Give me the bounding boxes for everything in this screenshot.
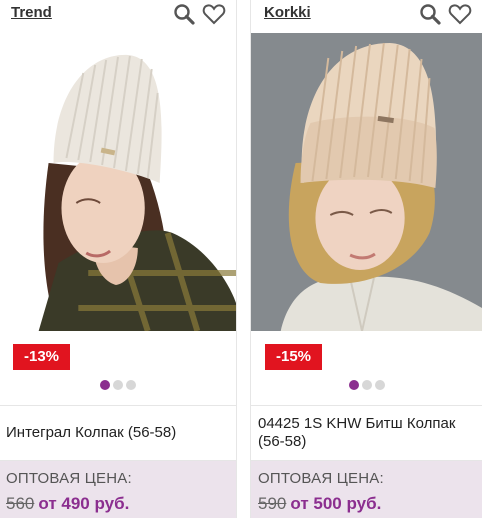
product-name-link[interactable]: 04425 1S KHW Битш Колпак (56-58) (258, 415, 476, 451)
product-name-row: 04425 1S KHW Битш Колпак (56-58) (251, 405, 482, 461)
card-actions (418, 3, 472, 25)
price-line: 560 от 490 руб. (6, 494, 129, 514)
old-price: 590 (258, 494, 287, 513)
card-header: Korkki (251, 0, 482, 30)
current-price: от 500 руб. (290, 494, 382, 513)
discount-badge: -15% (265, 344, 323, 370)
brand-link[interactable]: Trend (11, 4, 52, 21)
discount-badge: -13% (13, 344, 71, 370)
pagination-dot[interactable] (361, 380, 372, 390)
product-name-link[interactable]: Интеграл Колпак (56-58) (6, 424, 230, 442)
old-price: 560 (6, 494, 35, 513)
search-icon[interactable] (172, 3, 196, 25)
product-image[interactable] (251, 33, 482, 331)
current-price: от 490 руб. (38, 494, 130, 513)
product-name-row: Интеграл Колпак (56-58) (0, 405, 236, 461)
pagination-dot[interactable] (99, 380, 110, 390)
card-header: Trend (0, 0, 236, 30)
price-label: ОПТОВАЯ ЦЕНА: (6, 470, 132, 487)
pagination-dot[interactable] (348, 380, 359, 390)
pagination-dot[interactable] (125, 380, 136, 390)
price-label: ОПТОВАЯ ЦЕНА: (258, 470, 384, 487)
price-box: ОПТОВАЯ ЦЕНА: 560 от 490 руб. (0, 461, 236, 518)
pagination-dot[interactable] (112, 380, 123, 390)
heart-icon[interactable] (202, 3, 226, 25)
image-pagination (0, 380, 236, 390)
image-pagination (251, 380, 482, 390)
heart-icon[interactable] (448, 3, 472, 25)
card-actions (172, 3, 226, 25)
search-icon[interactable] (418, 3, 442, 25)
product-card[interactable]: Trend -13% Интеграл Колпак (56-58) ОПТОВ… (0, 0, 237, 518)
brand-link[interactable]: Korkki (264, 4, 311, 21)
pagination-dot[interactable] (374, 380, 385, 390)
price-line: 590 от 500 руб. (258, 494, 381, 514)
product-image[interactable] (0, 33, 236, 331)
product-card[interactable]: Korkki -15% 04425 1S KHW Битш Колпак (56… (250, 0, 482, 518)
price-box: ОПТОВАЯ ЦЕНА: 590 от 500 руб. (251, 461, 482, 518)
